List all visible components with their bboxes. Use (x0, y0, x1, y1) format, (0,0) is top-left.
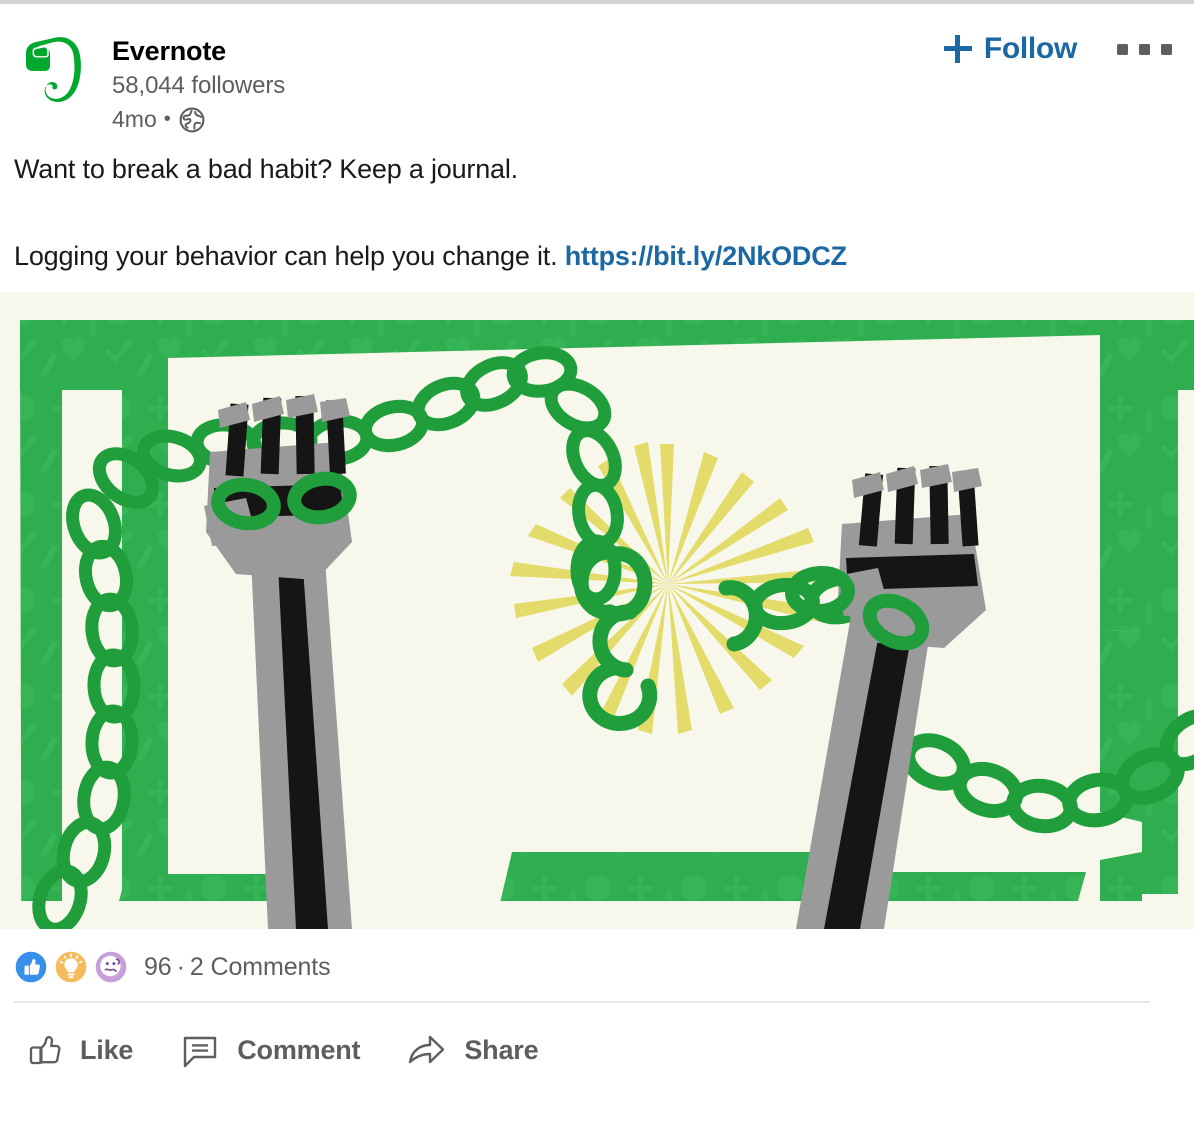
comment-button-label: Comment (237, 1034, 361, 1065)
post-meta-row: 4mo • (112, 103, 285, 136)
like-reaction-icon[interactable] (14, 950, 48, 984)
actor-followers: 58,044 followers (112, 71, 286, 99)
linkedin-post-card: Evernote 58,044 followers 4mo • Follow W… (0, 0, 1194, 1124)
header-actions: Follow (938, 30, 1180, 68)
thumbs-up-icon (22, 1029, 64, 1071)
post-image[interactable] (0, 292, 1194, 930)
like-button-label: Like (80, 1034, 134, 1065)
three-dots-icon-dot (1161, 43, 1172, 55)
reaction-icons[interactable] (14, 950, 128, 984)
meta-separator: • (163, 108, 171, 131)
globe-icon (178, 106, 206, 134)
curious-reaction-icon[interactable] (94, 950, 128, 984)
follow-button[interactable]: Follow (938, 30, 1083, 68)
speech-bubble-icon (179, 1029, 221, 1071)
follow-button-label: Follow (983, 32, 1077, 65)
post-link[interactable]: https://bit.ly/2NkODCZ (565, 241, 847, 271)
like-button[interactable]: Like (14, 1019, 147, 1081)
commentary-blank-line (14, 187, 1180, 239)
social-counts-text[interactable]: 96 · 2 Comments (144, 953, 331, 982)
action-bar: Like Comment Share (0, 1003, 1194, 1081)
three-dots-icon-dot (1117, 43, 1128, 55)
social-counts-row: 96 · 2 Comments (0, 929, 1194, 987)
post-header: Evernote 58,044 followers 4mo • Follow (0, 4, 1194, 134)
share-button-label: Share (464, 1034, 539, 1065)
insightful-reaction-icon[interactable] (54, 950, 88, 984)
counts-separator: · (176, 952, 185, 981)
post-timestamp: 4mo (112, 105, 157, 132)
comment-count[interactable]: 2 Comments (190, 953, 331, 981)
evernote-elephant-logo-icon (26, 37, 81, 102)
comment-button[interactable]: Comment (171, 1019, 374, 1081)
avatar[interactable] (14, 34, 86, 106)
actor-info: Evernote 58,044 followers 4mo • (112, 30, 285, 136)
commentary-line-2-text: Logging your behavior can help you chang… (14, 241, 565, 272)
reaction-count: 96 (144, 952, 172, 981)
actor-name[interactable]: Evernote (112, 34, 285, 69)
commentary-line-2: Logging your behavior can help you chang… (14, 239, 1180, 274)
share-button[interactable]: Share (398, 1019, 552, 1081)
post-commentary: Want to break a bad habit? Keep a journa… (0, 134, 1194, 274)
plus-icon (943, 35, 972, 63)
three-dots-icon-dot (1139, 43, 1150, 55)
overflow-menu-button[interactable] (1083, 34, 1180, 65)
commentary-line-1: Want to break a bad habit? Keep a journa… (14, 154, 518, 184)
share-arrow-icon (406, 1029, 448, 1071)
chain-breaking-illustration (0, 292, 1194, 930)
